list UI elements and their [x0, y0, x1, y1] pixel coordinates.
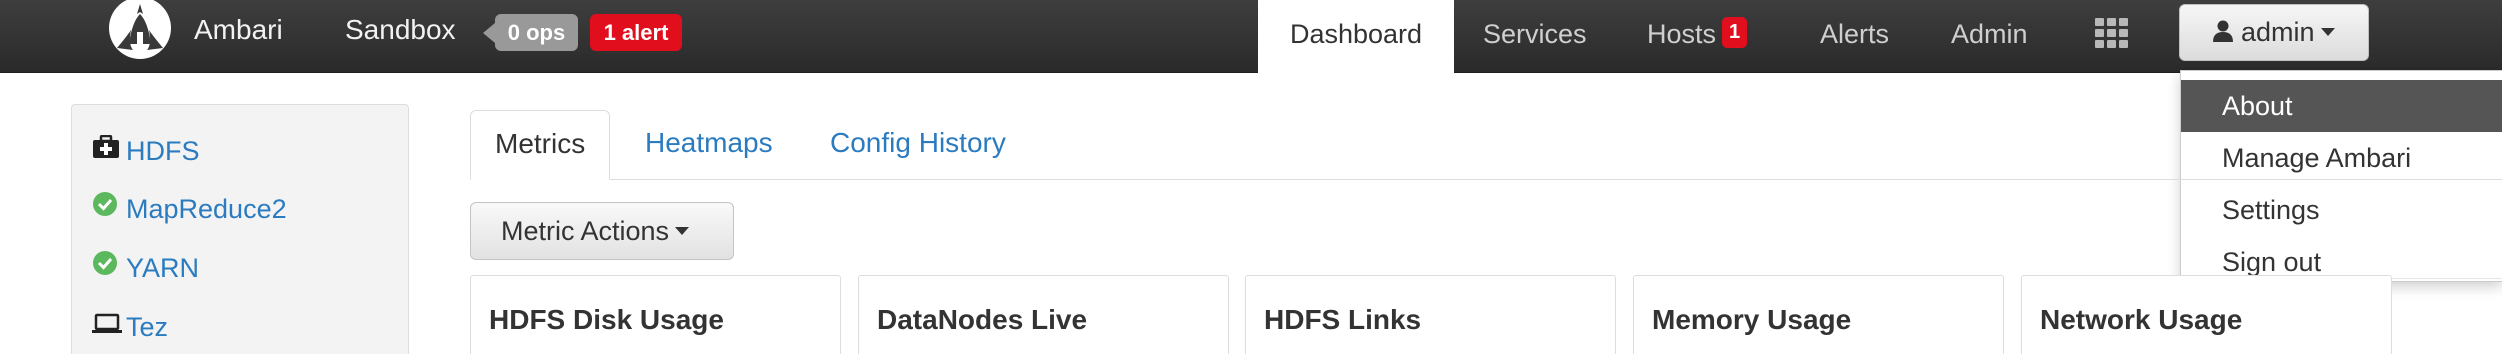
check-circle-icon: [92, 247, 126, 287]
services-sidebar: HDFS MapReduce2 YARN Tez: [71, 104, 409, 354]
widget-hdfs-disk-usage[interactable]: HDFS Disk Usage: [470, 275, 841, 354]
menu-item-settings[interactable]: Settings: [2181, 184, 2502, 236]
tab-config-history[interactable]: Config History: [830, 110, 1006, 180]
sidebar-item-mapreduce2[interactable]: MapReduce2: [92, 189, 287, 229]
user-icon: [2213, 20, 2234, 42]
widget-memory-usage[interactable]: Memory Usage: [1633, 275, 2004, 354]
widget-title: Memory Usage: [1652, 304, 1852, 335]
tabs-baseline: [471, 179, 2502, 180]
ambari-logo-icon[interactable]: [107, 0, 173, 62]
menu-item-manage-ambari[interactable]: Manage Ambari: [2181, 132, 2502, 184]
menu-item-about[interactable]: About: [2181, 80, 2502, 132]
medkit-icon: [92, 130, 126, 170]
sidebar-item-hdfs[interactable]: HDFS: [92, 131, 200, 171]
nav-dashboard[interactable]: Dashboard: [1258, 0, 1454, 73]
alerts-badge[interactable]: 1 alert: [590, 14, 682, 51]
background-ops-badge[interactable]: 0 ops: [483, 14, 578, 51]
cluster-name[interactable]: Sandbox: [345, 14, 456, 46]
nav-hosts-label: Hosts: [1647, 19, 1717, 49]
sidebar-item-tez[interactable]: Tez: [92, 307, 168, 347]
metric-actions-button[interactable]: Metric Actions: [470, 202, 734, 260]
user-dropdown-menu: About Manage Ambari Settings Sign out: [2180, 70, 2502, 282]
sidebar-item-label: MapReduce2: [126, 194, 287, 224]
widget-network-usage[interactable]: Network Usage: [2021, 275, 2392, 354]
tab-heatmaps[interactable]: Heatmaps: [645, 110, 773, 180]
caret-down-icon: [675, 226, 690, 235]
views-grid-icon[interactable]: [2095, 18, 2129, 48]
caret-down-icon: [2320, 27, 2335, 36]
laptop-icon: [92, 306, 126, 346]
widget-title: HDFS Links: [1264, 304, 1422, 335]
nav-alerts[interactable]: Alerts: [1820, 0, 1889, 73]
widget-title: Network Usage: [2040, 304, 2243, 335]
nav-services[interactable]: Services: [1483, 0, 1587, 73]
widget-title: HDFS Disk Usage: [489, 304, 724, 335]
sidebar-item-label: Tez: [126, 312, 169, 342]
nav-admin[interactable]: Admin: [1951, 0, 2028, 73]
sidebar-item-yarn[interactable]: YARN: [92, 248, 199, 288]
check-circle-icon: [92, 188, 126, 228]
widget-hdfs-links[interactable]: HDFS Links: [1245, 275, 1616, 354]
hosts-alert-count-badge: 1: [1722, 17, 1748, 49]
user-menu-label: admin: [2240, 17, 2315, 47]
sidebar-item-label: HDFS: [126, 136, 200, 166]
top-navbar: Ambari Sandbox 0 ops 1 alert Dashboard S…: [0, 0, 2502, 73]
widget-datanodes-live[interactable]: DataNodes Live: [858, 275, 1229, 354]
metric-actions-label: Metric Actions: [501, 216, 670, 246]
widget-title: DataNodes Live: [877, 304, 1088, 335]
brand-name[interactable]: Ambari: [194, 14, 283, 46]
nav-hosts[interactable]: Hosts 1: [1647, 0, 1748, 73]
sidebar-item-label: YARN: [126, 253, 200, 283]
user-menu-button[interactable]: admin: [2179, 4, 2369, 61]
tab-metrics[interactable]: Metrics: [470, 110, 611, 180]
